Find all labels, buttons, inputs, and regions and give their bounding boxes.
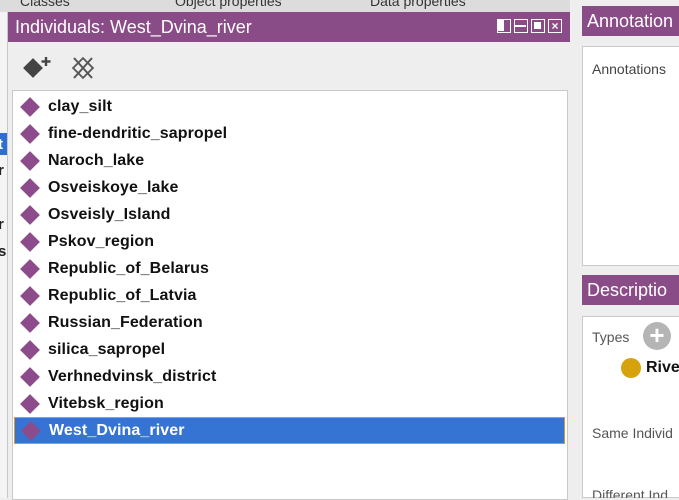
delete-individual-icon [71, 56, 95, 80]
individual-diamond-icon [20, 339, 40, 360]
individual-diamond-icon [20, 312, 40, 333]
list-item[interactable]: Russian_Federation [14, 310, 565, 335]
split-horizontal-icon[interactable] [514, 19, 528, 33]
different-individuals-label: Different Ind [592, 487, 669, 498]
tab-classes[interactable]: Classes [20, 0, 70, 9]
individual-label: Republic_of_Belarus [48, 259, 210, 277]
individual-diamond-icon [21, 420, 41, 441]
annotations-panel-body: Annotations [582, 46, 679, 266]
left-fragment: s [0, 243, 6, 260]
individual-label: clay_silt [48, 97, 113, 115]
annotations-panel-header: Annotation [582, 6, 679, 36]
individuals-panel-header: Individuals: West_Dvina_river × [8, 12, 570, 42]
individual-diamond-icon [20, 123, 40, 144]
left-fragment: t [0, 136, 3, 153]
list-item[interactable]: Republic_of_Belarus [14, 256, 565, 281]
individual-diamond-icon [20, 231, 40, 252]
individual-diamond-icon [20, 96, 40, 117]
left-fragment: r [0, 216, 4, 233]
tab-object-properties[interactable]: Object properties [175, 0, 282, 9]
list-item[interactable]: Naroch_lake [14, 148, 565, 173]
split-vertical-icon[interactable] [497, 19, 511, 33]
right-column: Annotation Annotations Descriptio Types … [570, 0, 679, 498]
left-fragment: r [0, 162, 4, 179]
individual-label: fine-dendritic_sapropel [48, 124, 228, 142]
individual-diamond-icon [20, 258, 40, 279]
add-individual-icon [23, 57, 51, 78]
individual-diamond-icon [20, 366, 40, 387]
type-value[interactable]: Rive [646, 359, 679, 377]
individual-label: Osveisly_Island [48, 205, 171, 223]
list-item[interactable]: silica_sapropel [14, 337, 565, 362]
individuals-list[interactable]: clay_silt fine-dendritic_sapropel Naroch… [12, 90, 568, 500]
list-item[interactable]: Osveiskoye_lake [14, 175, 565, 200]
list-item[interactable]: Pskov_region [14, 229, 565, 254]
types-label: Types [592, 329, 630, 345]
tab-data-properties[interactable]: Data properties [370, 0, 466, 9]
individual-label: silica_sapropel [48, 340, 166, 358]
individual-label: Osveiskoye_lake [48, 178, 179, 196]
annotations-label: Annotations [592, 61, 666, 77]
individual-label: Naroch_lake [48, 151, 145, 169]
individual-diamond-icon [20, 204, 40, 225]
view-window-buttons: × [497, 19, 562, 33]
individual-label: West_Dvina_river [49, 421, 185, 439]
individual-diamond-icon [20, 285, 40, 306]
individual-label: Vitebsk_region [48, 394, 164, 412]
individual-label: Republic_of_Latvia [48, 286, 197, 304]
individual-label: Russian_Federation [48, 313, 203, 331]
individual-diamond-icon [20, 150, 40, 171]
list-item[interactable]: Vitebsk_region [14, 391, 565, 416]
list-item[interactable]: fine-dendritic_sapropel [14, 121, 565, 146]
individual-diamond-icon [20, 393, 40, 414]
list-item[interactable]: clay_silt [14, 94, 565, 119]
add-type-icon[interactable]: + [643, 322, 671, 350]
individual-diamond-icon [20, 177, 40, 198]
list-item[interactable]: Republic_of_Latvia [14, 283, 565, 308]
individuals-panel: Individuals: West_Dvina_river × clay_sil… [7, 12, 571, 500]
delete-individual-button[interactable] [70, 53, 104, 81]
list-item-selected[interactable]: West_Dvina_river [14, 417, 565, 444]
list-item[interactable]: Osveisly_Island [14, 202, 565, 227]
add-individual-button[interactable] [20, 53, 54, 81]
close-icon[interactable]: × [548, 19, 562, 33]
same-individual-label: Same Individ [592, 425, 673, 441]
individual-label: Pskov_region [48, 232, 155, 250]
individuals-toolbar [20, 52, 104, 82]
class-icon [621, 358, 641, 378]
description-panel-header: Descriptio [582, 275, 679, 305]
maximize-icon[interactable] [531, 19, 545, 33]
description-panel-body: Types + Rive Same Individ Different Ind [582, 316, 679, 498]
list-item[interactable]: Verhnedvinsk_district [14, 364, 565, 389]
individuals-panel-title: Individuals: West_Dvina_river [15, 17, 252, 37]
individual-label: Verhnedvinsk_district [48, 367, 217, 385]
